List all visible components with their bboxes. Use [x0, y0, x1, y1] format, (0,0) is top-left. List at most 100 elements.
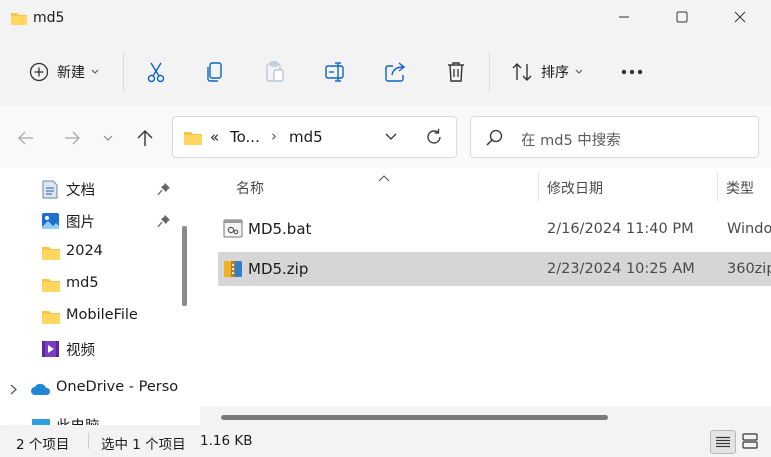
file-row-selected[interactable]: MD5.zip 2/23/2024 10:25 AM 360zip [218, 252, 771, 286]
sort-icon [511, 62, 533, 82]
address-overflow[interactable]: « [210, 128, 219, 146]
column-header-modified[interactable]: 修改日期 [547, 174, 603, 202]
folder-icon [10, 11, 28, 30]
horizontal-scrollbar-thumb[interactable] [221, 415, 608, 420]
pin-icon[interactable] [157, 214, 171, 232]
title-bar: md5 [0, 0, 771, 38]
recent-locations-button[interactable] [96, 124, 120, 152]
pin-icon[interactable] [157, 182, 171, 200]
sidebar-item-label: 图片 [66, 215, 95, 231]
sidebar-scrollbar[interactable] [182, 226, 187, 306]
window-title: md5 [33, 10, 65, 26]
chevron-right-icon[interactable] [10, 383, 17, 399]
search-box[interactable]: 在 md5 中搜索 [470, 116, 759, 158]
file-type: Windo [727, 221, 771, 237]
sidebar-item-pictures[interactable]: 图片 [0, 205, 196, 237]
address-bar[interactable]: « To... › md5 [172, 116, 457, 158]
sidebar-item-label: md5 [66, 275, 99, 291]
sidebar-item-this-pc[interactable]: 此电脑 [0, 411, 196, 425]
sidebar-item-2024[interactable]: 2024 [0, 237, 196, 269]
new-button-label: 新建 [57, 65, 85, 81]
maximize-icon [676, 11, 688, 27]
minimize-button[interactable] [601, 0, 647, 38]
address-history-dropdown[interactable] [385, 133, 397, 141]
share-icon [385, 62, 407, 82]
column-header-type[interactable]: 类型 [726, 174, 754, 202]
arrow-up-icon [137, 129, 153, 147]
sidebar-item-label: 2024 [66, 243, 103, 259]
rename-button[interactable] [320, 56, 352, 88]
maximize-button[interactable] [659, 0, 705, 38]
breadcrumb-item-current[interactable]: md5 [289, 128, 323, 146]
sidebar-item-onedrive[interactable]: OneDrive - Perso [0, 373, 196, 405]
sidebar-item-md5[interactable]: md5 [0, 269, 196, 301]
command-bar: 新建 排序 [0, 38, 771, 106]
sidebar-item-videos[interactable]: 视频 [0, 333, 196, 365]
sidebar-item-mobilefile[interactable]: MobileFile [0, 301, 196, 333]
status-bar: 2 个项目 选中 1 个项目 1.16 KB [0, 425, 771, 457]
paste-button[interactable] [259, 56, 291, 88]
onedrive-icon [30, 382, 52, 400]
tiles-view-button[interactable] [742, 433, 758, 449]
more-options-button[interactable] [614, 56, 650, 88]
file-type: 360zip [727, 261, 771, 277]
sidebar-item-label: 此电脑 [56, 415, 100, 425]
refresh-icon [425, 128, 443, 146]
new-button[interactable]: 新建 [18, 56, 110, 88]
folder-icon [183, 130, 203, 150]
refresh-button[interactable] [425, 128, 443, 146]
delete-button[interactable] [440, 56, 472, 88]
column-divider[interactable] [538, 172, 539, 202]
status-size: 1.16 KB [200, 433, 253, 449]
sidebar-item-label: OneDrive - Perso [56, 379, 179, 395]
plus-circle-icon [29, 62, 49, 82]
sidebar-item-documents[interactable]: 文档 [0, 173, 196, 205]
status-divider [88, 433, 89, 449]
column-divider[interactable] [717, 172, 718, 202]
tiles-view-icon [742, 433, 758, 449]
breadcrumb-separator: › [271, 127, 277, 145]
chevron-down-icon [385, 133, 397, 141]
minimize-icon [618, 11, 630, 27]
column-header-name[interactable]: 名称 [236, 174, 264, 202]
file-explorer-window: md5 新建 排序 « To... › md5 在 md5 中搜索 文档 图片 … [0, 0, 771, 457]
folder-icon [41, 310, 61, 329]
file-list: 名称 修改日期 类型 MD5.bat 2/16/2024 11:40 PM Wi… [200, 168, 771, 425]
breadcrumb-item[interactable]: To... [230, 128, 260, 146]
sort-button[interactable]: 排序 [506, 56, 588, 88]
sort-button-label: 排序 [541, 65, 569, 81]
chevron-down-icon [575, 69, 583, 75]
chevron-down-icon [103, 135, 113, 142]
batch-file-icon [223, 219, 243, 242]
forward-button[interactable] [58, 124, 86, 152]
zip-archive-icon [223, 259, 243, 283]
copy-icon [206, 61, 224, 83]
cut-button[interactable] [140, 56, 172, 88]
file-name: MD5.zip [248, 260, 309, 278]
search-placeholder: 在 md5 中搜索 [521, 133, 621, 149]
toolbar-divider [123, 52, 124, 92]
details-view-icon [716, 436, 730, 448]
toolbar-divider [489, 52, 490, 92]
arrow-right-icon [63, 131, 81, 145]
status-selection: 选中 1 个项目 [101, 437, 186, 453]
videos-icon [41, 340, 60, 362]
file-row[interactable]: MD5.bat 2/16/2024 11:40 PM Windo [218, 212, 771, 246]
status-item-count: 2 个项目 [16, 437, 70, 453]
back-button[interactable] [12, 124, 40, 152]
file-name: MD5.bat [248, 220, 312, 238]
file-modified: 2/23/2024 10:25 AM [547, 261, 695, 277]
sidebar-item-label: 视频 [66, 343, 95, 359]
details-view-button[interactable] [710, 430, 736, 454]
cut-icon [146, 61, 166, 83]
navigation-bar: « To... › md5 在 md5 中搜索 [0, 106, 771, 168]
close-button[interactable] [717, 0, 763, 38]
sidebar-item-label: MobileFile [66, 307, 138, 323]
share-button[interactable] [380, 56, 412, 88]
up-button[interactable] [131, 124, 159, 152]
navigation-pane: 文档 图片 2024 md5 MobileFile 视频 OneDrive - … [0, 168, 196, 425]
copy-button[interactable] [199, 56, 231, 88]
arrow-left-icon [17, 131, 35, 145]
sort-ascending-indicator-icon [378, 170, 390, 186]
chevron-down-icon [91, 69, 99, 75]
